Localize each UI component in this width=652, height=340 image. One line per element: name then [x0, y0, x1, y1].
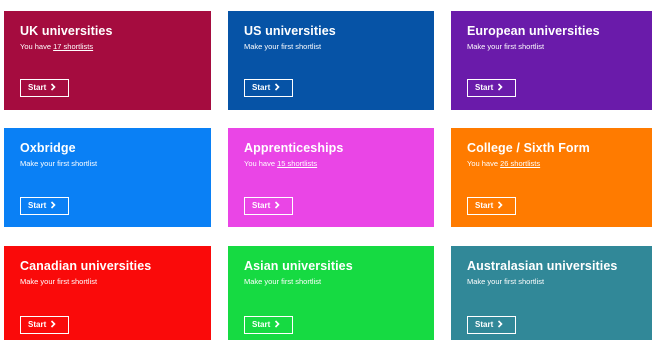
- start-button-label: Start: [252, 201, 271, 210]
- start-button-label: Start: [28, 320, 47, 329]
- tile-title: UK universities: [20, 24, 113, 38]
- start-button[interactable]: Start: [244, 197, 293, 215]
- start-button[interactable]: Start: [244, 79, 293, 97]
- tile-canadian: Canadian universities Make your first sh…: [4, 246, 211, 340]
- tile-subtitle: Make your first shortlist: [467, 277, 545, 286]
- chevron-right-icon: [51, 83, 56, 91]
- chevron-right-icon: [275, 320, 280, 328]
- tile-subtitle: Make your first shortlist: [20, 159, 98, 168]
- tile-subtitle: You have 17 shortlists: [20, 41, 211, 53]
- chevron-right-icon: [498, 201, 503, 209]
- tile-subtitle: Make your first shortlist: [244, 42, 322, 51]
- tile-title: European universities: [467, 24, 600, 38]
- chevron-right-icon: [498, 320, 503, 328]
- start-button-label: Start: [252, 83, 271, 92]
- subtitle-prefix: You have: [244, 159, 278, 168]
- tile-title: US universities: [244, 24, 336, 38]
- tile-subtitle: Make your first shortlist: [244, 277, 322, 286]
- chevron-right-icon: [275, 201, 280, 209]
- chevron-right-icon: [51, 320, 56, 328]
- tile-us: US universities Make your first shortlis…: [228, 11, 434, 110]
- start-button-label: Start: [475, 201, 494, 210]
- tile-title: College / Sixth Form: [467, 141, 590, 155]
- tile-title: Asian universities: [244, 259, 353, 273]
- tile-title: Oxbridge: [20, 141, 76, 155]
- tile-subtitle: You have 26 shortlists: [467, 158, 652, 170]
- tile-uk: UK universities You have 17 shortlists S…: [4, 11, 211, 110]
- tile-subtitle: You have 15 shortlists: [244, 158, 434, 170]
- shortlists-link[interactable]: 15 shortlists: [277, 159, 317, 168]
- start-button-label: Start: [252, 320, 271, 329]
- start-button-label: Start: [28, 201, 47, 210]
- shortlists-link[interactable]: 17 shortlists: [53, 42, 93, 51]
- tile-european: European universities Make your first sh…: [451, 11, 652, 110]
- start-button[interactable]: Start: [467, 197, 516, 215]
- tile-australasian: Australasian universities Make your firs…: [451, 246, 652, 340]
- subtitle-prefix: You have: [20, 42, 54, 51]
- chevron-right-icon: [275, 83, 280, 91]
- start-button[interactable]: Start: [20, 197, 69, 215]
- start-button[interactable]: Start: [467, 79, 516, 97]
- start-button[interactable]: Start: [467, 316, 516, 334]
- tile-title: Apprenticeships: [244, 141, 344, 155]
- tile-title: Canadian universities: [20, 259, 152, 273]
- tile-oxbridge: Oxbridge Make your first shortlist Start: [4, 128, 211, 227]
- shortlists-link[interactable]: 26 shortlists: [500, 159, 540, 168]
- chevron-right-icon: [51, 201, 56, 209]
- tile-apprenticeships: Apprenticeships You have 15 shortlists S…: [228, 128, 434, 227]
- tile-title: Australasian universities: [467, 259, 618, 273]
- chevron-right-icon: [498, 83, 503, 91]
- tile-college-sixth-form: College / Sixth Form You have 26 shortli…: [451, 128, 652, 227]
- start-button[interactable]: Start: [20, 316, 69, 334]
- start-button-label: Start: [475, 83, 494, 92]
- start-button[interactable]: Start: [20, 79, 69, 97]
- start-button-label: Start: [475, 320, 494, 329]
- subtitle-prefix: You have: [467, 159, 501, 168]
- tile-subtitle: Make your first shortlist: [467, 42, 545, 51]
- start-button-label: Start: [28, 83, 47, 92]
- tile-asian: Asian universities Make your first short…: [228, 246, 434, 340]
- start-button[interactable]: Start: [244, 316, 293, 334]
- tile-subtitle: Make your first shortlist: [20, 277, 98, 286]
